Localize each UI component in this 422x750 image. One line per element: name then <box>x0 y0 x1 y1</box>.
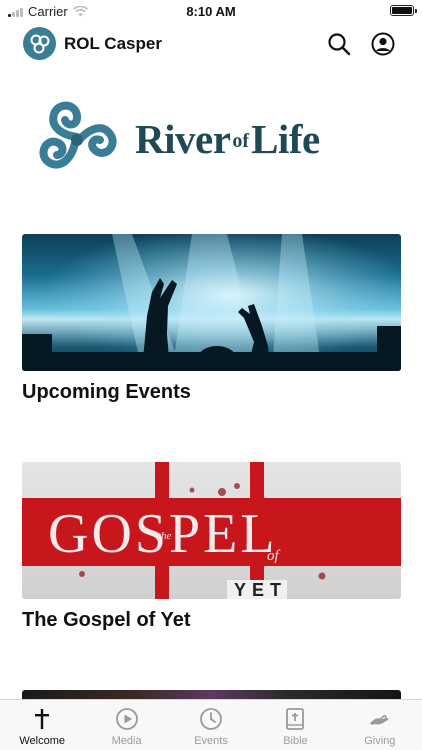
app-logo <box>23 27 56 60</box>
brand-word-life: Life <box>251 116 320 162</box>
app-header: ROL Casper <box>0 24 422 64</box>
tab-welcome[interactable]: Welcome <box>0 700 84 750</box>
tab-bar: Welcome Media Events Bible Giving <box>0 699 422 750</box>
tab-bible-label: Bible <box>283 735 308 747</box>
cross-icon <box>35 709 50 729</box>
upcoming-events-card[interactable]: Upcoming Events <box>22 234 401 404</box>
tab-events-label: Events <box>194 735 228 747</box>
tab-giving[interactable]: Giving <box>338 700 422 750</box>
status-time: 8:10 AM <box>186 4 236 19</box>
giving-hand-icon <box>369 714 389 725</box>
tab-events[interactable]: Events <box>169 700 253 750</box>
gospel-of-yet-image: the GOSPEL of YET <box>22 462 401 599</box>
status-bar: Carrier 8:10 AM <box>0 0 422 22</box>
brand-word-river: River <box>135 116 231 162</box>
tab-media-label: Media <box>111 735 142 747</box>
search-icon[interactable] <box>327 32 351 56</box>
gospel-bottom-text: YET <box>234 580 288 599</box>
account-icon[interactable] <box>371 32 395 56</box>
battery-icon <box>390 5 417 16</box>
clock-icon <box>200 708 222 730</box>
app-title: ROL Casper <box>64 34 162 53</box>
tab-media[interactable]: Media <box>84 700 168 750</box>
tab-giving-label: Giving <box>364 735 396 747</box>
tab-welcome-label: Welcome <box>19 735 66 747</box>
gospel-of-yet-card[interactable]: the GOSPEL of YET The Gospel of Yet <box>22 462 401 632</box>
play-circle-icon <box>115 708 138 730</box>
bible-icon <box>286 708 305 730</box>
triskelion-icon <box>30 34 49 53</box>
brand-wordmark: River ofLife <box>135 115 320 163</box>
brand-word-of: of <box>232 130 250 152</box>
gospel-of-yet-title: The Gospel of Yet <box>22 609 191 631</box>
gospel-of-text: of <box>267 548 279 564</box>
tab-bible[interactable]: Bible <box>253 700 337 750</box>
upcoming-events-title: Upcoming Events <box>22 381 191 403</box>
concert-scene <box>22 234 401 371</box>
gospel-big-text: GOSPEL <box>48 503 278 565</box>
river-of-life-logo: River ofLife <box>34 95 390 185</box>
triskelion-logo-icon <box>39 101 117 169</box>
upcoming-events-image <box>22 234 401 371</box>
